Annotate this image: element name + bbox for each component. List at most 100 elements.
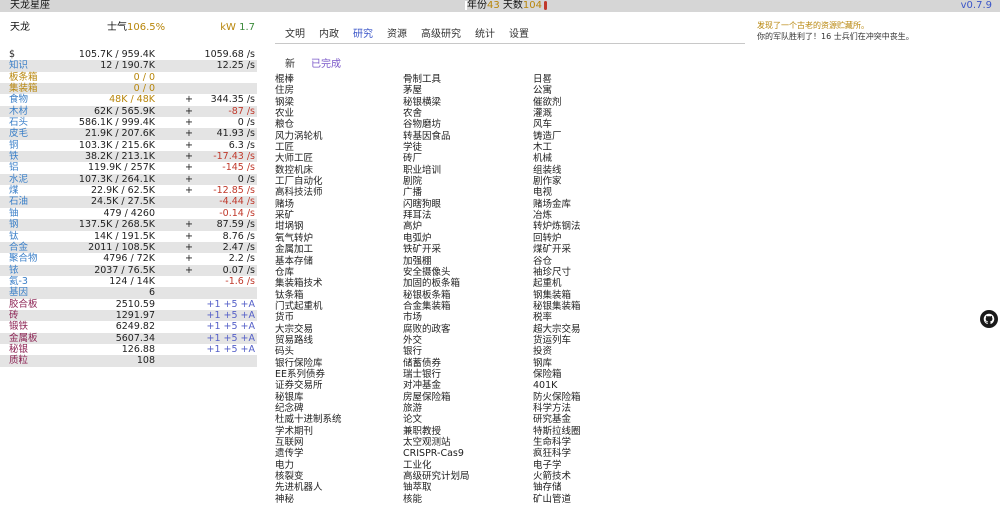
tech-item[interactable]: 煤矿开采	[533, 244, 661, 255]
craft-buttons[interactable]: +1 +5 +A	[206, 321, 255, 332]
resource-row[interactable]: 质粒 108	[0, 355, 257, 367]
tech-item[interactable]: 高级研究计划局	[403, 471, 531, 482]
tab-2[interactable]: 研究	[353, 25, 373, 40]
tech-item[interactable]: 钛条箱	[275, 290, 403, 301]
tech-item[interactable]: 集装箱技术	[275, 278, 403, 289]
tech-item[interactable]: 市场	[403, 312, 531, 323]
tech-item[interactable]: 门式起重机	[275, 301, 403, 312]
resource-row[interactable]: 金属板 5607.34 +1 +5 +A	[0, 332, 257, 344]
tech-item[interactable]: 灌溉	[533, 108, 661, 119]
resource-row[interactable]: 铝 119.9K / 257K + -145 /s	[0, 162, 257, 173]
resource-row[interactable]: 基因 6	[0, 287, 257, 299]
tech-item[interactable]: 401K	[533, 380, 661, 391]
tab-0[interactable]: 文明	[285, 25, 305, 40]
tech-item[interactable]: 储蓄债券	[403, 358, 531, 369]
tech-item[interactable]: 货运列车	[533, 335, 661, 346]
resource-row[interactable]: 铜 103.3K / 215.6K +6.3 /s	[0, 140, 257, 151]
tech-item[interactable]: 铀萃取	[403, 482, 531, 493]
tech-item[interactable]: 剧作家	[533, 176, 661, 187]
resource-row[interactable]: 锻铁 6249.82 +1 +5 +A	[0, 321, 257, 332]
resource-row[interactable]: 皮毛 21.9K / 207.6K +41.93 /s	[0, 128, 257, 140]
tech-item[interactable]: 拜耳法	[403, 210, 531, 221]
tech-item[interactable]: 研究基金	[533, 414, 661, 425]
resource-row[interactable]: 木材 62K / 565.9K + -87 /s	[0, 105, 257, 118]
tech-item[interactable]: 证券交易所	[275, 380, 403, 391]
resource-row[interactable]: 铀 479 / 4260 -0.14 /s	[0, 208, 257, 219]
tech-item[interactable]: 疯狂科学	[533, 448, 661, 459]
craft-buttons[interactable]: +1 +5 +A	[206, 333, 255, 344]
tech-item[interactable]: 仓库	[275, 267, 403, 278]
tech-item[interactable]: 矿山管道	[533, 494, 661, 505]
tab-6[interactable]: 设置	[509, 25, 529, 40]
tech-item[interactable]: 合金集装箱	[403, 301, 531, 312]
tech-item[interactable]: 工匠	[275, 142, 403, 153]
tech-item[interactable]: 加固的板条箱	[403, 278, 531, 289]
tech-item[interactable]: 住房	[275, 85, 403, 96]
tech-item[interactable]: 转基因食品	[403, 131, 531, 142]
tech-item[interactable]: 太空观测站	[403, 437, 531, 448]
tech-item[interactable]: 职业培训	[403, 165, 531, 176]
tech-item[interactable]: 火箭技术	[533, 471, 661, 482]
tech-item[interactable]: 房屋保险箱	[403, 392, 531, 403]
tech-item[interactable]: 风力涡轮机	[275, 131, 403, 142]
tech-item[interactable]: 秘银板条箱	[403, 290, 531, 301]
resource-row[interactable]: 铱 2037 / 76.5K +0.07 /s	[0, 264, 257, 276]
github-icon[interactable]	[980, 310, 998, 328]
tech-item[interactable]: 金属加工	[275, 244, 403, 255]
tech-item[interactable]: 粮仓	[275, 119, 403, 130]
tech-item[interactable]: 起重机	[533, 278, 661, 289]
craft-buttons[interactable]: +1 +5 +A	[206, 299, 255, 310]
craft-buttons[interactable]: +1 +5 +A	[206, 310, 255, 321]
tech-item[interactable]: 袖珍尺寸	[533, 267, 661, 278]
tech-item[interactable]: 采矿	[275, 210, 403, 221]
tech-item[interactable]: 木工	[533, 142, 661, 153]
tech-item[interactable]: 电力	[275, 460, 403, 471]
resource-row[interactable]: 食物 48K / 48K +344.35 /s	[0, 94, 257, 105]
resource-row[interactable]: 氦-3 124 / 14K -1.6 /s	[0, 276, 257, 287]
tech-item[interactable]: 坩埚钢	[275, 221, 403, 232]
tech-item[interactable]: 赌场金库	[533, 199, 661, 210]
tech-item[interactable]: 加强棚	[403, 256, 531, 267]
tech-item[interactable]: 银行	[403, 346, 531, 357]
resource-row[interactable]: 煤 22.9K / 62.5K + -12.85 /s	[0, 185, 257, 196]
tech-item[interactable]: 论文	[403, 414, 531, 425]
resource-row[interactable]: 胶合板 2510.59 +1 +5 +A	[0, 299, 257, 310]
subtab-1[interactable]: 已完成	[311, 55, 341, 70]
tech-item[interactable]: 防火保险箱	[533, 392, 661, 403]
tech-item[interactable]: 钢集装箱	[533, 290, 661, 301]
tech-item[interactable]: 广播	[403, 187, 531, 198]
tech-item[interactable]: 农舍	[403, 108, 531, 119]
tech-item[interactable]: 闪瞎狗眼	[403, 199, 531, 210]
resource-row[interactable]: 集装箱 0 / 0	[0, 83, 257, 95]
resource-row[interactable]: 石头 586.1K / 999.4K +0 /s	[0, 117, 257, 128]
tech-item[interactable]: 瑞士银行	[403, 369, 531, 380]
tech-item[interactable]: 神秘	[275, 494, 403, 505]
tech-item[interactable]: 铸造厂	[533, 131, 661, 142]
tech-item[interactable]: 基本存储	[275, 256, 403, 267]
tech-item[interactable]: 工业化	[403, 460, 531, 471]
tech-item[interactable]: 机械	[533, 153, 661, 164]
tech-item[interactable]: 组装线	[533, 165, 661, 176]
resource-row[interactable]: 板条箱 0 / 0	[0, 72, 257, 83]
tech-item[interactable]: 棍棒	[275, 74, 403, 85]
resource-row[interactable]: 钢 137.5K / 268.5K +87.59 /s	[0, 219, 257, 231]
tech-item[interactable]: 对冲基金	[403, 380, 531, 391]
power-display[interactable]: kW 1.7	[220, 20, 255, 36]
version-link[interactable]: v0.7.9	[961, 0, 992, 12]
tech-item[interactable]: 茅屋	[403, 85, 531, 96]
tech-item[interactable]: 剧院	[403, 176, 531, 187]
tech-item[interactable]: 生命科学	[533, 437, 661, 448]
tech-item[interactable]: 转炉炼钢法	[533, 221, 661, 232]
resource-row[interactable]: 水泥 107.3K / 264.1K +0 /s	[0, 173, 257, 186]
tech-item[interactable]: 科学方法	[533, 403, 661, 414]
tech-item[interactable]: 银行保险库	[275, 358, 403, 369]
tech-item[interactable]: 核能	[403, 494, 531, 505]
tech-item[interactable]: 互联网	[275, 437, 403, 448]
tech-item[interactable]: 码头	[275, 346, 403, 357]
tech-item[interactable]: 骨制工具	[403, 74, 531, 85]
tech-item[interactable]: 旅游	[403, 403, 531, 414]
resource-row[interactable]: 秘银 126.88 +1 +5 +A	[0, 344, 257, 355]
resource-row[interactable]: 石油 24.5K / 27.5K -4.44 /s	[0, 196, 257, 208]
tech-item[interactable]: 大宗交易	[275, 324, 403, 335]
tech-item[interactable]: 投资	[533, 346, 661, 357]
